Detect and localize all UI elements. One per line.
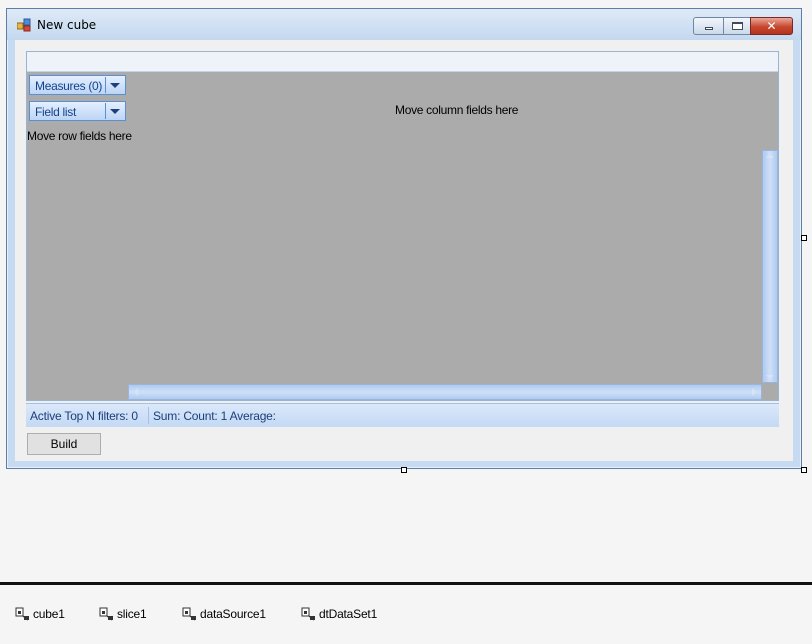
dropdown-separator [105, 103, 106, 119]
minimize-button[interactable] [693, 17, 724, 35]
form-window[interactable]: New cube ✕ Measures (0) Field list Move … [6, 8, 802, 469]
filter-area[interactable] [27, 52, 778, 72]
scroll-down-icon[interactable] [766, 375, 774, 379]
form-icon [17, 18, 31, 32]
tray-item-datasource1[interactable]: dataSource1 [182, 607, 266, 621]
component-icon [15, 607, 29, 621]
horizontal-scrollbar[interactable] [128, 384, 762, 400]
tray-item-label: cube1 [33, 607, 65, 621]
component-icon [301, 607, 315, 621]
tray-item-cube1[interactable]: cube1 [15, 607, 65, 621]
aggregates-status: Sum: Count: 1 Average: [153, 409, 276, 423]
pivot-grid[interactable]: Measures (0) Field list Move column fiel… [26, 51, 779, 401]
dropdown-separator [105, 77, 106, 93]
status-bar: Active Top N filters: 0 Sum: Count: 1 Av… [26, 403, 779, 427]
scroll-up-icon[interactable] [766, 154, 774, 158]
form-client-area: Measures (0) Field list Move column fiel… [15, 40, 793, 461]
window-title: New cube [37, 18, 97, 32]
maximize-icon [731, 22, 743, 30]
close-button[interactable]: ✕ [750, 17, 793, 35]
vertical-scrollbar[interactable] [762, 150, 778, 383]
tray-item-label: dataSource1 [200, 607, 266, 621]
column-fields-drop-zone[interactable]: Move column fields here [395, 103, 518, 117]
scroll-left-icon[interactable] [134, 388, 138, 396]
chevron-down-icon[interactable] [110, 83, 120, 88]
component-icon [182, 607, 196, 621]
title-bar[interactable]: New cube ✕ [7, 9, 801, 40]
build-button[interactable]: Build [27, 433, 101, 455]
status-divider [148, 407, 149, 424]
field-list-dropdown[interactable]: Field list [29, 101, 126, 121]
measures-dropdown[interactable]: Measures (0) [29, 75, 126, 95]
chevron-down-icon[interactable] [110, 109, 120, 114]
tray-item-label: dtDataSet1 [319, 607, 378, 621]
scroll-right-icon[interactable] [752, 388, 756, 396]
component-icon [99, 607, 113, 621]
tray-item-slice1[interactable]: slice1 [99, 607, 147, 621]
resize-handle-corner[interactable] [801, 467, 807, 473]
resize-handle-bottom[interactable] [401, 467, 407, 473]
row-fields-drop-zone[interactable]: Move row fields here [27, 129, 132, 143]
tray-item-dtdataset1[interactable]: dtDataSet1 [301, 607, 377, 621]
top-n-filters-status: Active Top N filters: 0 [30, 409, 138, 423]
maximize-button[interactable] [723, 17, 751, 35]
field-list-label: Field list [35, 105, 77, 119]
measures-label: Measures (0) [35, 79, 103, 93]
component-tray: cube1 slice1 dataSource1 dtDataSet1 [0, 585, 812, 644]
tray-item-label: slice1 [117, 607, 147, 621]
resize-handle-right[interactable] [801, 235, 807, 241]
minimize-icon [704, 27, 713, 30]
close-icon: ✕ [766, 19, 777, 33]
